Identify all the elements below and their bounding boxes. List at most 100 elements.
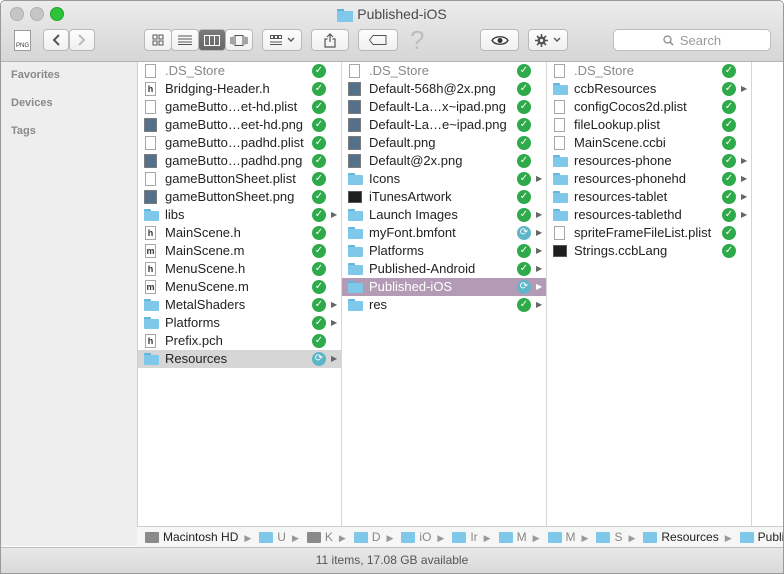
file-name: gameButtonSheet.plist: [165, 171, 296, 186]
file-name: spriteFrameFileList.plist: [574, 225, 712, 240]
file-row[interactable]: gameButto…eet-hd.png ✓: [138, 116, 341, 134]
file-row[interactable]: spriteFrameFileList.plist ✓: [547, 224, 751, 242]
action-menu-button[interactable]: [528, 29, 568, 51]
back-button[interactable]: [43, 29, 69, 51]
file-row[interactable]: res ✓ ▶: [342, 296, 546, 314]
file-row[interactable]: gameButto…padhd.plist ✓: [138, 134, 341, 152]
file-name: Strings.ccbLang: [574, 243, 668, 258]
file-row[interactable]: libs ✓ ▶: [138, 206, 341, 224]
file-row[interactable]: Published-iOS ⟳ ▶: [342, 278, 546, 296]
file-row[interactable]: .DS_Store ✓: [138, 62, 341, 80]
synced-check-icon: ✓: [312, 82, 326, 96]
folder-icon: [348, 299, 363, 311]
synced-check-icon: ✓: [517, 244, 531, 258]
columns-icon: [204, 34, 220, 46]
forward-button[interactable]: [69, 29, 95, 51]
file-row[interactable]: gameButto…et-hd.plist ✓: [138, 98, 341, 116]
file-row[interactable]: Launch Images ✓ ▶: [342, 206, 546, 224]
path-crumb[interactable]: D ▶: [353, 527, 393, 547]
column-view-button[interactable]: [198, 29, 226, 51]
disclosure-arrow-icon: ▶: [741, 156, 748, 165]
path-disk[interactable]: Macintosh HD ▶: [145, 527, 251, 547]
path-crumb[interactable]: S ▶: [596, 527, 635, 547]
file-name: Published-iOS: [369, 279, 453, 294]
file-name: Bridging-Header.h: [165, 81, 270, 96]
synced-check-icon: ✓: [722, 172, 736, 186]
path-crumb[interactable]: Published-iOS: [739, 527, 783, 547]
file-row[interactable]: h MenuScene.h ✓: [138, 260, 341, 278]
file-row[interactable]: h Bridging-Header.h ✓: [138, 80, 341, 98]
file-row[interactable]: ccbResources ✓ ▶: [547, 80, 751, 98]
list-view-button[interactable]: [171, 29, 199, 51]
sidebar: Favorites Devices Tags: [1, 62, 138, 546]
folder-icon: [547, 532, 562, 543]
file-row[interactable]: h MainScene.h ✓: [138, 224, 341, 242]
file-row[interactable]: .DS_Store ✓: [547, 62, 751, 80]
file-row[interactable]: Resources ⟳ ▶: [138, 350, 341, 368]
file-row[interactable]: Platforms ✓ ▶: [138, 314, 341, 332]
share-button[interactable]: [311, 29, 349, 51]
file-row[interactable]: resources-tablet ✓ ▶: [547, 188, 751, 206]
file-row[interactable]: resources-phone ✓ ▶: [547, 152, 751, 170]
file-row[interactable]: Platforms ✓ ▶: [342, 242, 546, 260]
file-row[interactable]: gameButto…padhd.png ✓: [138, 152, 341, 170]
grid-icon: [152, 34, 164, 46]
file-row[interactable]: m MenuScene.m ✓: [138, 278, 341, 296]
file-row[interactable]: Default@2x.png ✓: [342, 152, 546, 170]
folder-icon: [553, 83, 568, 95]
synced-check-icon: ✓: [312, 190, 326, 204]
sidebar-section-tags[interactable]: Tags: [11, 125, 36, 137]
chevron-right-icon: [78, 34, 86, 46]
path-crumb[interactable]: U ▶: [259, 527, 299, 547]
file-row[interactable]: Published-Android ✓ ▶: [342, 260, 546, 278]
file-row[interactable]: m MainScene.m ✓: [138, 242, 341, 260]
path-crumb[interactable]: iO ▶: [401, 527, 444, 547]
eye-icon: [490, 35, 509, 45]
path-separator-icon: ▶: [291, 533, 299, 543]
file-row[interactable]: gameButtonSheet.plist ✓: [138, 170, 341, 188]
path-crumb[interactable]: K ▶: [306, 527, 346, 547]
document-icon: [554, 136, 565, 150]
file-row[interactable]: Default-La…x~ipad.png ✓: [342, 98, 546, 116]
folder-icon: [348, 245, 363, 257]
file-row[interactable]: Strings.ccbLang ✓: [547, 242, 751, 260]
file-name: Default@2x.png: [369, 153, 463, 168]
icon-view-button[interactable]: [144, 29, 172, 51]
image-file-icon: [348, 100, 361, 114]
path-crumb[interactable]: Ir ▶: [452, 527, 491, 547]
synced-check-icon: ✓: [517, 262, 531, 276]
path-crumb[interactable]: Resources ▶: [643, 527, 732, 547]
folder-icon: [348, 263, 363, 275]
file-row[interactable]: MetalShaders ✓ ▶: [138, 296, 341, 314]
file-row[interactable]: Icons ✓ ▶: [342, 170, 546, 188]
path-crumb-label: D: [371, 530, 381, 544]
file-row[interactable]: myFont.bmfont ⟳ ▶: [342, 224, 546, 242]
file-row[interactable]: fileLookup.plist ✓: [547, 116, 751, 134]
file-row[interactable]: .DS_Store ✓: [342, 62, 546, 80]
file-row[interactable]: MainScene.ccbi ✓: [547, 134, 751, 152]
plist-file-icon: [145, 100, 156, 114]
sidebar-section-devices[interactable]: Devices: [11, 97, 53, 109]
quick-look-button[interactable]: [480, 29, 519, 51]
synced-check-icon: ✓: [722, 64, 736, 78]
edit-tags-button[interactable]: [358, 29, 398, 51]
arrange-menu-button[interactable]: [262, 29, 302, 51]
file-row[interactable]: Default-La…e~ipad.png ✓: [342, 116, 546, 134]
file-row[interactable]: Default-568h@2x.png ✓: [342, 80, 546, 98]
file-row[interactable]: configCocos2d.plist ✓: [547, 98, 751, 116]
synced-check-icon: ✓: [312, 154, 326, 168]
sidebar-section-favorites[interactable]: Favorites: [11, 69, 60, 81]
synced-check-icon: ✓: [517, 64, 531, 78]
cover-flow-button[interactable]: [225, 29, 253, 51]
file-row[interactable]: iTunesArtwork ✓: [342, 188, 546, 206]
file-row[interactable]: resources-tablethd ✓ ▶: [547, 206, 751, 224]
file-row[interactable]: gameButtonSheet.png ✓: [138, 188, 341, 206]
path-crumb[interactable]: M ▶: [547, 527, 588, 547]
file-row[interactable]: resources-phonehd ✓ ▶: [547, 170, 751, 188]
file-row[interactable]: h Prefix.pch ✓: [138, 332, 341, 350]
path-crumb-label: M: [516, 530, 527, 544]
path-crumb[interactable]: M ▶: [498, 527, 540, 547]
png-document-icon[interactable]: PNG: [14, 30, 31, 51]
search-field[interactable]: Search: [613, 29, 771, 51]
file-row[interactable]: Default.png ✓: [342, 134, 546, 152]
